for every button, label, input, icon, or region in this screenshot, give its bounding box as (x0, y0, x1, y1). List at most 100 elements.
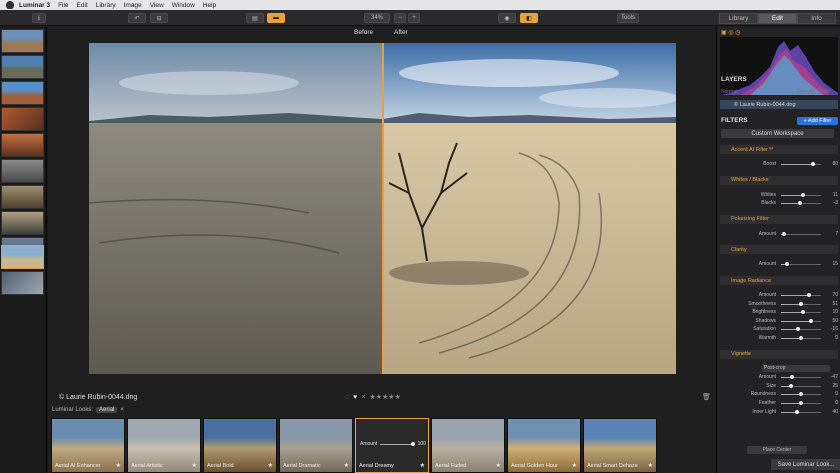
slider-track[interactable] (781, 201, 821, 206)
menu-window[interactable]: Window (172, 2, 195, 9)
filmstrip-thumb[interactable] (1, 81, 44, 105)
tab-info[interactable]: Info (797, 13, 836, 24)
slider-track[interactable] (781, 262, 821, 267)
heart-icon[interactable]: ♥ (353, 394, 357, 401)
menu-image[interactable]: Image (124, 2, 142, 9)
filmstrip-thumb[interactable] (1, 159, 44, 183)
filmstrip-thumb[interactable] (1, 55, 44, 79)
slider-track[interactable] (781, 231, 821, 236)
zoom-select[interactable]: 34% (364, 13, 390, 23)
filters-title[interactable]: FILTERS (721, 117, 748, 124)
look-aerial-faded[interactable]: Aerial Faded ★ (431, 418, 505, 473)
star-icon[interactable]: ★ (496, 462, 501, 469)
slider-track[interactable] (781, 318, 821, 323)
filter-section-header[interactable]: Image Radiance (720, 276, 838, 285)
star-icon[interactable]: ★ (344, 462, 349, 469)
close-icon[interactable]: × (120, 407, 124, 413)
reject-icon[interactable]: × (361, 394, 365, 401)
star-icon[interactable]: ★ (648, 462, 653, 469)
menu-file[interactable]: File (58, 2, 68, 9)
tools-menu[interactable]: Tools (617, 13, 639, 23)
slider-track[interactable] (781, 293, 821, 297)
slider-track[interactable] (781, 409, 821, 414)
compare-mode-button[interactable]: ⊟ (150, 13, 168, 23)
slider-knob[interactable] (799, 392, 803, 397)
tab-edit[interactable]: Edit (758, 13, 797, 24)
layers-title[interactable]: LAYERS (721, 76, 747, 83)
add-filter-button[interactable]: + Add Filter (797, 117, 838, 125)
preview-button[interactable]: ◉ (498, 13, 516, 23)
slider-knob[interactable] (807, 293, 811, 297)
filmstrip-thumb-selected[interactable] (1, 245, 44, 269)
place-center-button[interactable]: Place Center (747, 446, 807, 454)
slider-track[interactable] (781, 162, 821, 166)
slider-knob[interactable] (795, 409, 799, 414)
look-aerial-smart-dehaze[interactable]: Aerial Smart Dehaze ★ (583, 418, 657, 473)
star-rating[interactable]: ★★★★★ (369, 393, 400, 401)
menu-library[interactable]: Library (96, 2, 116, 9)
filmstrip-thumb[interactable] (1, 271, 44, 295)
slider-track[interactable] (781, 383, 821, 388)
look-aerial-golden-hour[interactable]: Aerial Golden Hour ★ (507, 418, 581, 473)
slider-track[interactable] (781, 327, 821, 332)
menu-app[interactable]: Luminar 3 (19, 2, 50, 9)
star-icon[interactable]: ★ (420, 462, 425, 469)
mode-select[interactable]: Post-crop (762, 364, 830, 372)
slider-knob[interactable] (789, 375, 794, 380)
workspace-select[interactable]: Custom Workspace (721, 129, 834, 138)
slider-knob[interactable] (811, 162, 815, 166)
look-aerial-bold[interactable]: Aerial Bold ★ (203, 418, 277, 473)
filter-section-header[interactable]: Accent AI Filter™ (720, 145, 838, 154)
filter-section-header[interactable]: Clarity (720, 245, 838, 255)
slider-track[interactable] (781, 301, 821, 306)
slider-knob[interactable] (798, 201, 803, 206)
look-aerial-dramatic[interactable]: Aerial Dramatic ★ (279, 418, 353, 473)
slider-knob[interactable] (809, 318, 813, 323)
sidebar-toggle-button[interactable]: ▤ (246, 13, 264, 23)
zoom-out-button[interactable]: − (394, 13, 406, 23)
star-icon[interactable]: ★ (572, 462, 577, 469)
menu-view[interactable]: View (150, 2, 164, 9)
slider-track[interactable] (781, 336, 821, 340)
menu-help[interactable]: Help (203, 2, 216, 9)
main-photo[interactable] (89, 43, 676, 374)
looks-filter[interactable]: Aerial (96, 407, 118, 413)
filmstrip-toggle-button[interactable]: ▬ (267, 13, 285, 23)
filter-section-header[interactable]: Whites / Blacks (720, 175, 838, 185)
import-button[interactable]: ⤓ (32, 13, 46, 23)
filmstrip-thumb[interactable] (1, 211, 44, 235)
save-look-button[interactable]: Save Luminar Look... (771, 459, 840, 470)
star-icon[interactable]: ★ (192, 462, 197, 469)
slider-track[interactable] (781, 392, 821, 397)
filmstrip-thumb[interactable] (1, 29, 44, 53)
slider-knob[interactable] (789, 383, 793, 388)
look-aerial-ai-enhancer[interactable]: Aerial AI Enhancer ★ (51, 418, 125, 473)
flag-icon[interactable]: ◌ (345, 394, 349, 401)
slider-knob[interactable] (801, 310, 805, 315)
look-aerial-dreamy[interactable]: Amount 100 Aerial Dreamy ★ (355, 418, 429, 473)
compare-divider[interactable] (382, 43, 384, 374)
tab-library[interactable]: Library (719, 13, 758, 24)
slider-knob[interactable] (799, 301, 804, 306)
filmstrip-thumb[interactable] (1, 133, 44, 157)
slider-knob[interactable] (801, 192, 806, 197)
layers-icon[interactable]: ▣ ◎ ◷ (721, 29, 740, 36)
star-icon[interactable]: ★ (116, 462, 121, 469)
before-after-button[interactable]: ◧ (520, 13, 538, 23)
slider-knob[interactable] (795, 327, 800, 332)
undo-button[interactable]: ↶ (128, 13, 146, 23)
slider-track[interactable] (781, 401, 821, 405)
layer-mode[interactable]: Normal (721, 89, 737, 95)
slider-knob[interactable] (799, 336, 803, 340)
filter-section-header[interactable]: Polarizing Filter (720, 214, 838, 224)
filmstrip-thumb[interactable] (1, 185, 44, 209)
slider-track[interactable] (781, 310, 821, 315)
trash-icon[interactable]: 🗑 (702, 393, 711, 401)
slider-knob[interactable] (799, 401, 803, 405)
filmstrip-thumb[interactable] (1, 107, 44, 131)
slider-knob[interactable] (785, 262, 789, 267)
slider-knob[interactable] (781, 231, 786, 236)
slider-track[interactable] (781, 375, 821, 380)
look-amount-slider[interactable]: Amount 100 (360, 441, 426, 447)
look-aerial-artistic[interactable]: Aerial Artistic ★ (127, 418, 201, 473)
